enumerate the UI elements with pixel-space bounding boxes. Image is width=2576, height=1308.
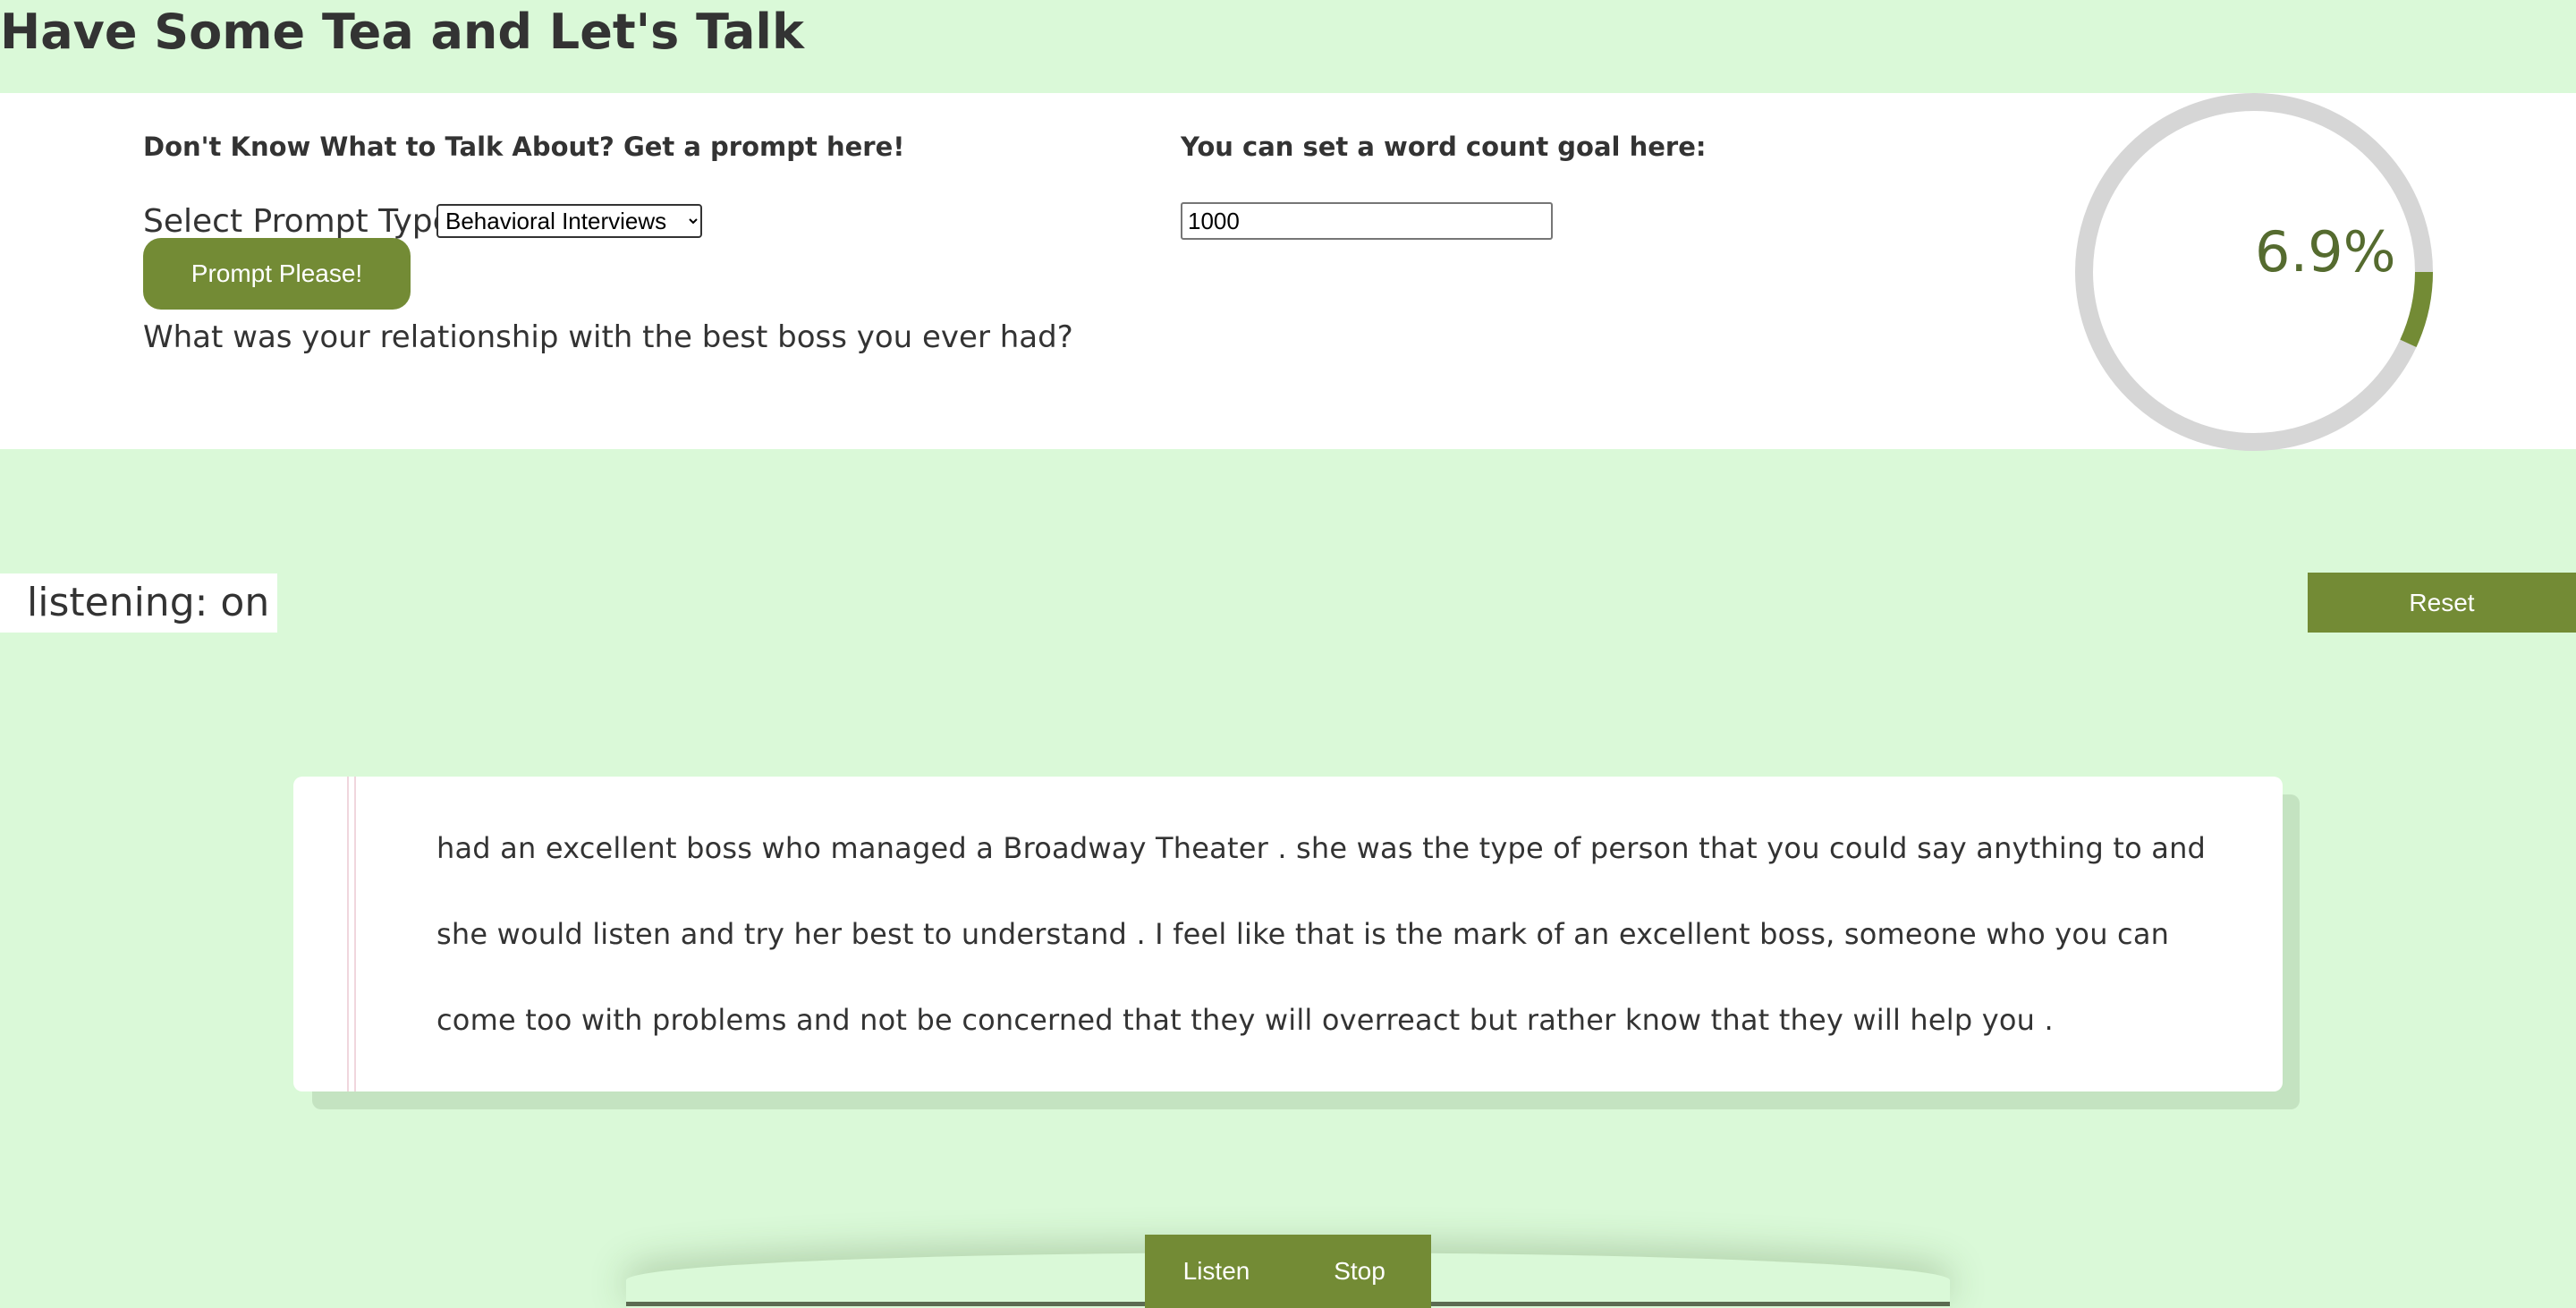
word-goal-heading: You can set a word count goal here: [1181, 132, 1707, 162]
current-prompt-text: What was your relationship with the best… [143, 319, 1073, 355]
transcript-line: she would listen and try her best to und… [436, 917, 2170, 951]
listening-status: listening: on [0, 573, 277, 633]
speech-controls: Listen Stop [1145, 1235, 1431, 1308]
page-title: Have Some Tea and Let's Talk [0, 4, 804, 60]
transcript-line: come too with problems and not be concer… [436, 1003, 2054, 1037]
prompt-please-button[interactable]: Prompt Please! [143, 238, 411, 310]
reset-button[interactable]: Reset [2308, 573, 2576, 633]
prompt-type-label: Select Prompt Type: [143, 203, 463, 240]
prompt-heading: Don't Know What to Talk About? Get a pro… [143, 132, 905, 162]
progress-percent-label: 6.9% [2255, 219, 2396, 285]
margin-line [347, 777, 349, 1091]
transcript-text: had an excellent boss who managed a Broa… [436, 805, 2225, 1063]
transcript-line: had an excellent boss who managed a Broa… [436, 831, 2207, 865]
prompt-type-select[interactable]: Behavioral Interviews [436, 204, 702, 238]
word-goal-input[interactable] [1181, 202, 1553, 240]
margin-line [354, 777, 356, 1091]
stop-button[interactable]: Stop [1288, 1235, 1431, 1308]
listen-button[interactable]: Listen [1145, 1235, 1288, 1308]
